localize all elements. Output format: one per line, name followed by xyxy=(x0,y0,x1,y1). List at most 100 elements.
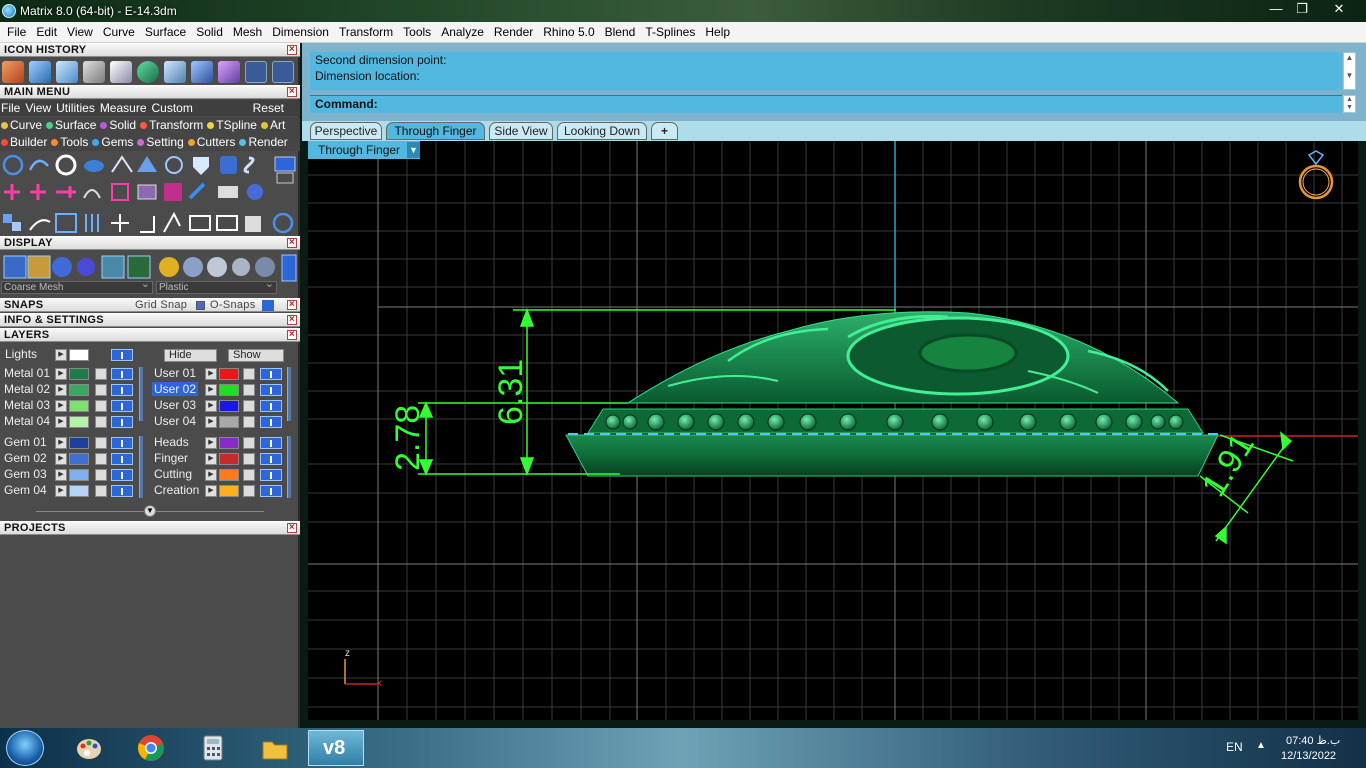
lights-swatch[interactable] xyxy=(69,349,89,361)
main-menu-measure[interactable]: Measure xyxy=(99,100,151,116)
flow-icon[interactable] xyxy=(140,216,155,233)
visibility-icon[interactable] xyxy=(260,453,282,465)
clock-time[interactable]: 07:40 ب.ظ xyxy=(1286,734,1340,747)
display-scroll-icon[interactable] xyxy=(281,254,297,282)
tab-side-view[interactable]: Side View xyxy=(489,122,553,140)
layer-metal-01[interactable]: Metal 01 xyxy=(4,366,50,380)
add-tab-button[interactable]: + xyxy=(651,122,678,140)
category-cutters[interactable]: Cutters xyxy=(187,134,235,151)
layers-header[interactable]: LAYERS × xyxy=(0,328,300,342)
layer-user-03[interactable]: User 03 xyxy=(154,398,196,412)
arrow-icon[interactable]: ▶ xyxy=(55,453,67,465)
remove-point-icon[interactable] xyxy=(56,186,76,198)
visibility-icon[interactable] xyxy=(260,485,282,497)
arrow-icon[interactable]: ▶ xyxy=(205,368,217,380)
visibility-icon[interactable] xyxy=(260,437,282,449)
layer-metal-04[interactable]: Metal 04 xyxy=(4,414,50,428)
reset-button[interactable]: Reset xyxy=(252,100,300,116)
snaps-header[interactable]: SNAPS Grid Snap O-Snaps × xyxy=(0,298,300,312)
menu-view[interactable]: View xyxy=(62,22,98,43)
main-menu-custom[interactable]: Custom xyxy=(151,100,197,116)
menu-transform[interactable]: Transform xyxy=(334,22,398,43)
taskbar-matrix-app[interactable]: v8 xyxy=(308,730,364,766)
menu-tools[interactable]: Tools xyxy=(398,22,436,43)
category-surface[interactable]: Surface xyxy=(45,117,96,134)
taskbar-paint-app[interactable] xyxy=(62,730,112,766)
layer-color-swatch[interactable] xyxy=(219,437,239,449)
back-arrow-icon[interactable] xyxy=(245,61,267,83)
category-transform[interactable]: Transform xyxy=(139,117,203,134)
category-tools[interactable]: Tools xyxy=(50,134,88,151)
layer-metal-03[interactable]: Metal 03 xyxy=(4,398,50,412)
main-menu-header[interactable]: MAIN MENU × xyxy=(0,85,300,99)
arrow-icon[interactable]: ▶ xyxy=(205,453,217,465)
menu-surface[interactable]: Surface xyxy=(140,22,191,43)
close-icon[interactable]: × xyxy=(287,238,297,248)
array-icon[interactable] xyxy=(85,214,99,232)
main-menu-utilities[interactable]: Utilities xyxy=(55,100,99,116)
arrow-icon[interactable]: ▶ xyxy=(205,416,217,428)
category-art[interactable]: Art xyxy=(260,117,285,134)
menu-edit[interactable]: Edit xyxy=(31,22,62,43)
lock-icon[interactable] xyxy=(95,485,107,497)
render-sphere-icon[interactable] xyxy=(247,184,263,200)
mesh-select[interactable]: Coarse Mesh xyxy=(1,279,153,294)
menu-mesh[interactable]: Mesh xyxy=(228,22,267,43)
minimize-button[interactable]: — xyxy=(1262,0,1290,18)
menu-file[interactable]: File xyxy=(2,22,31,43)
command-scrollbar[interactable]: ▲ ▼ xyxy=(1343,95,1356,113)
close-icon[interactable]: × xyxy=(287,330,297,340)
scale-icon[interactable] xyxy=(164,61,186,83)
layer-color-swatch[interactable] xyxy=(69,453,89,465)
clock-date[interactable]: 12/13/2022 xyxy=(1281,750,1336,762)
arrow-icon[interactable]: ▶ xyxy=(205,400,217,412)
language-indicator[interactable]: EN xyxy=(1226,740,1243,754)
panel-toggle-2-icon[interactable] xyxy=(276,172,294,184)
move-icon[interactable] xyxy=(111,214,129,232)
lock-icon[interactable] xyxy=(243,485,255,497)
tab-through-finger[interactable]: Through Finger xyxy=(386,122,485,140)
command-input[interactable]: Command: xyxy=(310,95,1342,113)
close-icon[interactable]: × xyxy=(287,315,297,325)
visibility-icon[interactable] xyxy=(111,384,133,396)
layer-color-swatch[interactable] xyxy=(219,416,239,428)
menu-solid[interactable]: Solid xyxy=(191,22,228,43)
pattern-icon[interactable] xyxy=(164,183,182,201)
layer-color-swatch[interactable] xyxy=(219,400,239,412)
snaps-options-icon[interactable] xyxy=(262,300,274,311)
arrow-icon[interactable]: ▶ xyxy=(205,485,217,497)
layers-scrollbar[interactable] xyxy=(139,367,143,421)
scale-box-icon[interactable] xyxy=(55,213,77,233)
arrow-icon[interactable]: ▶ xyxy=(205,469,217,481)
layer-creation[interactable]: Creation xyxy=(154,483,199,497)
keyboard-icon[interactable] xyxy=(218,186,238,198)
category-tspline[interactable]: TSpline xyxy=(206,117,257,134)
globe-icon[interactable] xyxy=(137,61,159,83)
visibility-icon[interactable] xyxy=(260,384,282,396)
close-icon[interactable]: × xyxy=(287,87,297,97)
layer-color-swatch[interactable] xyxy=(219,469,239,481)
category-gems[interactable]: Gems xyxy=(91,134,133,151)
matte-material-icon[interactable] xyxy=(232,258,250,276)
rotate-icon[interactable] xyxy=(29,219,51,231)
arrow-icon[interactable]: ▶ xyxy=(55,416,67,428)
close-button[interactable]: ✕ xyxy=(1325,0,1353,18)
layer-color-swatch[interactable] xyxy=(69,437,89,449)
ring-profile-icon[interactable] xyxy=(55,154,77,176)
taskbar-chrome-app[interactable] xyxy=(124,730,174,766)
layer-color-swatch[interactable] xyxy=(69,400,89,412)
visibility-icon[interactable] xyxy=(111,400,133,412)
ring-icon[interactable] xyxy=(272,212,294,234)
artistic-icon[interactable] xyxy=(127,255,151,279)
platinum-material-icon[interactable] xyxy=(207,257,227,277)
menu-analyze[interactable]: Analyze xyxy=(436,22,489,43)
visibility-icon[interactable] xyxy=(111,485,133,497)
lights-visibility-icon[interactable] xyxy=(111,349,133,361)
split-icon[interactable] xyxy=(216,215,238,231)
layers-scrollbar[interactable] xyxy=(287,436,291,498)
cage-edit-icon[interactable] xyxy=(111,183,129,201)
curve-tool-icon[interactable] xyxy=(28,159,49,171)
arrow-icon[interactable]: ▶ xyxy=(55,400,67,412)
layer-user-02[interactable]: User 02 xyxy=(152,382,199,396)
projects-header[interactable]: PROJECTS × xyxy=(0,521,300,535)
